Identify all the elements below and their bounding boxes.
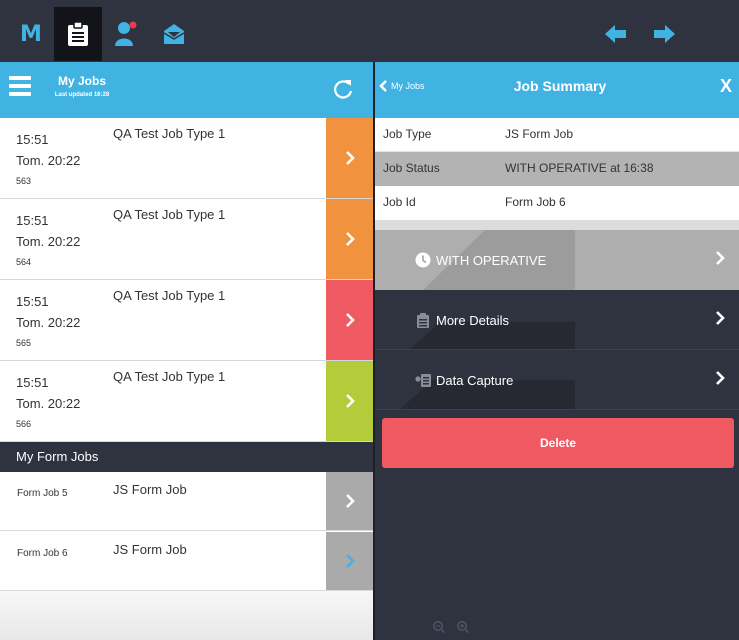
chevron-right-icon	[716, 371, 725, 385]
data-capture-row[interactable]: Data Capture	[375, 350, 739, 410]
job-number: 565	[16, 338, 32, 348]
job-time: 15:51	[16, 294, 49, 309]
job-title: QA Test Job Type 1	[113, 126, 226, 141]
job-title: QA Test Job Type 1	[113, 369, 226, 384]
delete-button[interactable]: Delete	[382, 418, 734, 468]
arrow-left-icon[interactable]	[592, 7, 640, 61]
chevron-right-icon[interactable]	[326, 532, 373, 590]
job-due: Tom. 20:22	[16, 153, 81, 168]
job-number: 563	[16, 176, 32, 186]
job-due: Tom. 20:22	[16, 396, 81, 411]
form-job-list-item[interactable]: Form Job 6 JS Form Job	[0, 532, 373, 591]
chevron-right-icon[interactable]	[326, 280, 373, 360]
my-jobs-header: My Jobs Last updated 16:28	[0, 62, 373, 118]
logo-m-icon[interactable]: M	[6, 7, 54, 61]
job-summary-header: My Jobs Job Summary X	[375, 62, 739, 118]
action-label: WITH OPERATIVE	[436, 253, 547, 268]
job-title: QA Test Job Type 1	[113, 288, 226, 303]
left-footer	[0, 591, 373, 640]
action-label: Data Capture	[436, 373, 514, 388]
last-updated-text: Last updated 16:28	[54, 92, 110, 98]
action-label: More Details	[436, 313, 509, 328]
logo-text: M	[20, 21, 42, 47]
divider	[375, 220, 739, 230]
job-due: Tom. 20:22	[16, 315, 81, 330]
arrow-right-icon[interactable]	[640, 7, 688, 61]
job-time: 15:51	[16, 132, 49, 147]
summary-value: WITH OPERATIVE at 16:38	[505, 161, 654, 175]
chevron-right-icon	[716, 311, 725, 325]
job-list-item[interactable]: 15:51 Tom. 20:22 563 QA Test Job Type 1	[0, 118, 373, 199]
clipboard-icon	[415, 312, 431, 328]
job-time: 15:51	[16, 375, 49, 390]
chevron-left-icon	[379, 80, 387, 92]
job-number: 564	[16, 257, 32, 267]
back-button[interactable]: My Jobs	[379, 80, 425, 92]
form-job-id: Form Job 6	[17, 548, 68, 559]
clock-icon	[415, 252, 431, 268]
panel-title: Job Summary	[513, 78, 607, 94]
chevron-right-icon[interactable]	[326, 199, 373, 279]
user-alert-icon[interactable]	[102, 7, 150, 61]
job-list-item[interactable]: 15:51 Tom. 20:22 565 QA Test Job Type 1	[0, 280, 373, 361]
status-action-row[interactable]: WITH OPERATIVE	[375, 230, 739, 290]
clipboard-icon[interactable]	[54, 7, 102, 61]
summary-label: Job Type	[383, 127, 432, 141]
chevron-right-icon[interactable]	[326, 472, 373, 530]
job-list-item[interactable]: 15:51 Tom. 20:22 564 QA Test Job Type 1	[0, 199, 373, 280]
form-job-id: Form Job 5	[17, 488, 68, 499]
summary-value: JS Form Job	[505, 127, 574, 141]
job-title: QA Test Job Type 1	[113, 207, 226, 222]
chevron-right-icon[interactable]	[326, 361, 373, 441]
refresh-icon[interactable]	[330, 77, 356, 103]
form-job-title: JS Form Job	[113, 482, 187, 497]
more-details-row[interactable]: More Details	[375, 290, 739, 350]
zoom-in-icon[interactable]	[457, 621, 469, 633]
job-summary-panel: My Jobs Job Summary X Job Type JS Form J…	[375, 62, 739, 640]
zoom-out-icon[interactable]	[433, 621, 445, 633]
envelope-icon[interactable]	[150, 7, 198, 61]
summary-row: Job Status WITH OPERATIVE at 16:38	[375, 152, 739, 186]
top-toolbar: M	[0, 0, 739, 62]
job-list-item[interactable]: 15:51 Tom. 20:22 566 QA Test Job Type 1	[0, 361, 373, 442]
job-time: 15:51	[16, 213, 49, 228]
summary-row: Job Id Form Job 6	[375, 186, 739, 220]
form-job-title: JS Form Job	[113, 542, 187, 557]
data-capture-icon	[415, 372, 431, 388]
close-button[interactable]: X	[720, 76, 732, 97]
back-label: My Jobs	[391, 81, 425, 91]
summary-label: Job Id	[383, 195, 416, 209]
chevron-right-icon	[716, 251, 725, 265]
summary-row: Job Type JS Form Job	[375, 118, 739, 152]
job-list: 15:51 Tom. 20:22 563 QA Test Job Type 1 …	[0, 118, 373, 442]
page-title: My Jobs	[57, 74, 106, 88]
form-job-list-item[interactable]: Form Job 5 JS Form Job	[0, 472, 373, 531]
job-due: Tom. 20:22	[16, 234, 81, 249]
summary-label: Job Status	[383, 161, 440, 175]
chevron-right-icon[interactable]	[326, 118, 373, 198]
summary-value: Form Job 6	[505, 195, 566, 209]
menu-icon[interactable]	[9, 76, 31, 96]
job-number: 566	[16, 419, 32, 429]
zoom-controls	[433, 621, 469, 633]
form-jobs-section-title: My Form Jobs	[0, 442, 373, 472]
